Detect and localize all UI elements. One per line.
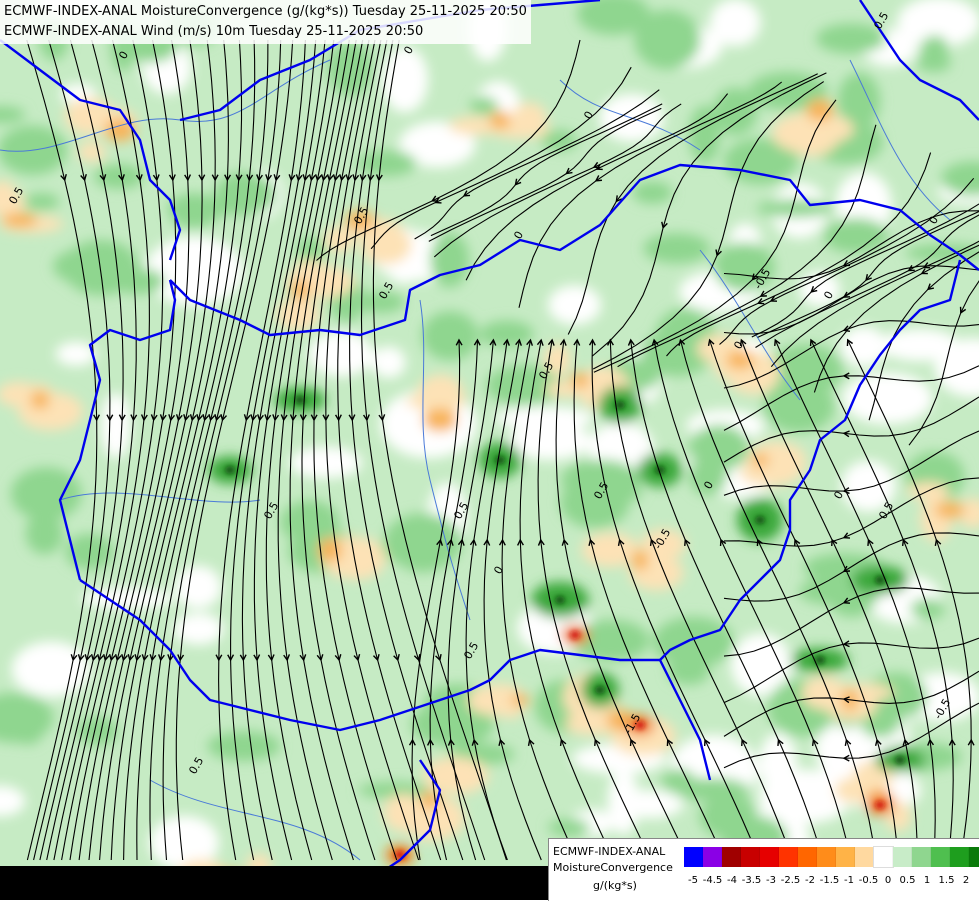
field-strong-convergence-core — [875, 576, 885, 584]
field-divergence-core — [935, 502, 965, 519]
legend-swatch — [893, 847, 912, 867]
field-strong-divergence-core — [875, 801, 885, 809]
legend-tick: -3.5 — [742, 875, 762, 886]
field-convergence-patch — [700, 795, 758, 838]
field-divergence-core — [291, 280, 310, 300]
legend-swatch — [760, 847, 779, 867]
legend-swatch — [817, 847, 836, 867]
field-convergence-patch — [658, 628, 718, 648]
legend-tick: -1.5 — [820, 875, 840, 886]
field-convergence-patch — [689, 425, 750, 471]
legend-tick: 1.5 — [939, 875, 955, 886]
legend-parameter: MoistureConvergence — [553, 861, 673, 874]
legend-tick: 0.5 — [900, 875, 916, 886]
color-legend: ECMWF-INDEX-ANAL MoistureConvergence g/(… — [548, 838, 979, 901]
legend-model: ECMWF-INDEX-ANAL — [553, 845, 665, 858]
field-neutral-patch — [145, 236, 244, 306]
field-convergence-patch — [757, 199, 835, 217]
field-convergence-patch — [422, 311, 478, 360]
field-neutral-patch — [548, 285, 601, 325]
legend-swatch — [950, 847, 969, 867]
field-neutral-patch — [495, 406, 595, 430]
field-convergence-patch — [668, 658, 710, 685]
field-neutral-patch — [390, 263, 420, 283]
field-divergence-core — [726, 351, 754, 370]
field-divergence-patch — [483, 683, 515, 716]
field-convergence-patch — [430, 233, 469, 288]
field-convergence-patch — [24, 193, 60, 210]
legend-tick-labels: -5 -4.5 -4 -3.5 -3 -2.5 -2 -1.5 -1 -0.5 0 0.5 1 1.5 2 — [684, 875, 978, 891]
field-neutral-patch — [101, 393, 131, 459]
legend-tick: 2 — [963, 875, 969, 886]
legend-tick: -2.5 — [781, 875, 801, 886]
field-strong-convergence-core — [225, 466, 235, 474]
field-strong-convergence-core — [495, 456, 505, 464]
field-divergence-core — [2, 213, 37, 227]
field-divergence-patch — [406, 393, 467, 410]
field-strong-convergence-core — [895, 756, 905, 764]
legend-swatch — [836, 847, 855, 867]
legend-tick: -4 — [727, 875, 737, 886]
field-neutral-patch — [289, 447, 362, 479]
map-title-box: ECMWF-INDEX-ANAL MoistureConvergence (g/… — [0, 0, 531, 44]
field-divergence-core — [571, 372, 589, 388]
field-convergence-patch — [53, 249, 114, 284]
field-convergence-patch — [916, 54, 951, 72]
field-convergence-patch — [634, 10, 700, 69]
field-neutral-patch — [842, 372, 932, 424]
field-neutral-patch — [710, 0, 761, 46]
field-divergence-core — [632, 550, 649, 571]
field-convergence-patch — [169, 193, 220, 228]
field-neutral-patch — [799, 272, 840, 307]
legend-swatch — [722, 847, 741, 867]
legend-swatch — [741, 847, 760, 867]
legend-tick: -3 — [766, 875, 776, 886]
legend-tick: 1 — [924, 875, 930, 886]
field-divergence-core — [31, 391, 50, 409]
field-strong-convergence-core — [555, 596, 565, 604]
field-divergence-patch — [740, 458, 801, 486]
field-divergence-core — [423, 408, 457, 432]
legend-tick: -0.5 — [859, 875, 879, 886]
title-line-2: ECMWF-INDEX-ANAL Wind (m/s) 10m Tuesday … — [4, 22, 527, 42]
legend-swatch — [855, 847, 874, 867]
field-divergence-patch — [78, 142, 106, 161]
field-strong-divergence-core — [570, 631, 580, 639]
field-divergence-core — [489, 111, 511, 129]
field-neutral-patch — [173, 613, 223, 645]
legend-swatch — [969, 847, 979, 867]
title-line-1: ECMWF-INDEX-ANAL MoistureConvergence (g/… — [4, 2, 527, 22]
legend-swatch — [779, 847, 798, 867]
field-divergence-patch — [360, 225, 411, 264]
field-neutral-patch — [12, 642, 91, 698]
legend-tick: -4.5 — [703, 875, 723, 886]
field-neutral-patch — [840, 326, 886, 366]
legend-tick: 0 — [885, 875, 891, 886]
legend-swatch — [684, 847, 703, 867]
legend-swatch — [798, 847, 817, 867]
field-strong-convergence-core — [815, 656, 825, 664]
legend-swatch — [912, 847, 931, 867]
legend-tick: -1 — [844, 875, 854, 886]
moisture-convergence-map: 0.500.500.5-0.50.500.50-0.50.5-1.500.500… — [0, 0, 979, 900]
legend-swatch — [703, 847, 722, 867]
legend-swatch — [931, 847, 950, 867]
field-divergence-core — [751, 453, 769, 467]
field-convergence-patch — [548, 819, 590, 836]
legend-tick: -2 — [805, 875, 815, 886]
legend-swatch — [874, 847, 893, 867]
field-convergence-patch — [632, 182, 672, 204]
legend-color-bar — [684, 847, 979, 867]
field-strong-convergence-core — [755, 516, 765, 524]
bottom-black-bar — [0, 866, 548, 900]
field-divergence-patch — [764, 445, 804, 462]
field-neutral-patch — [174, 566, 221, 609]
field-divergence-core — [806, 99, 833, 121]
legend-tick: -5 — [688, 875, 698, 886]
legend-unit: g/(kg*s) — [593, 879, 637, 892]
field-convergence-patch — [823, 218, 888, 253]
field-strong-convergence-core — [595, 686, 605, 694]
field-convergence-patch — [643, 233, 710, 263]
